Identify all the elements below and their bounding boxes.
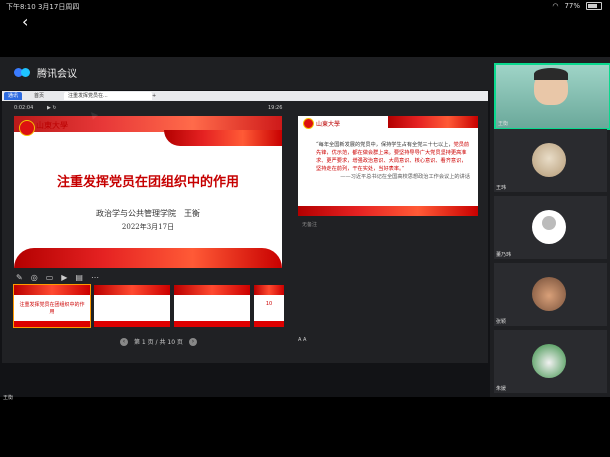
status-date: 3月17日周四: [37, 3, 80, 11]
next-slide: 山東大學 “每年全国新发展的党员中，保持学生占有全党三十七以上，党员前先锋，优示…: [298, 116, 478, 216]
battery-icon: [586, 2, 602, 10]
thumbnail-4[interactable]: 10: [254, 285, 284, 327]
slide-quote: “每年全国新发展的党员中，保持学生占有全党三十七以上，党员前先锋，优示范，都在做…: [316, 142, 470, 180]
slide-pager: ‹ 第 1 页 / 共 10 页 ›: [120, 337, 197, 346]
app-name: 腾讯会议: [37, 69, 77, 80]
sharer-name: 王衡: [3, 395, 14, 401]
app-header: 腾讯会议: [14, 65, 77, 80]
participant-tile[interactable]: 王玮: [494, 129, 607, 192]
browser-tab-2[interactable]: 首页: [30, 92, 48, 100]
slide-date: 2022年3月17日: [121, 223, 175, 231]
party-emblem-icon: [303, 118, 314, 129]
pen-icon[interactable]: ✎: [16, 273, 23, 282]
avatar: [532, 344, 566, 378]
participant-tile-self[interactable]: 王衡: [494, 63, 610, 130]
default-avatar-icon: [542, 216, 556, 230]
university-logo-icon: 山東大學: [36, 121, 68, 130]
notes-label: 无备注: [302, 222, 318, 228]
browser-tab-bar: 通讯 首页 注重发挥党员在... +: [2, 91, 488, 101]
participant-tile[interactable]: 朱媛: [494, 330, 607, 393]
presenter-view: 0:02:04 ▶ ↻ 19:26 山東大學 注重发挥党员在团组织中的作用 政治…: [2, 101, 488, 363]
status-time: 下午8:10: [6, 3, 36, 11]
prev-slide-button[interactable]: ‹: [120, 337, 128, 346]
party-emblem-icon: [19, 120, 35, 136]
slide-author: 政治学与公共管理学院 王衡: [96, 209, 200, 218]
more-icon[interactable]: ⋯: [91, 273, 99, 282]
pen-toolbar: ✎ ◎ ▭ ▶ ▤ ⋯: [16, 273, 99, 282]
clock: 19:26: [268, 105, 283, 111]
timer-controls-icon[interactable]: ▶ ↻: [47, 105, 57, 111]
notes-font-size-icon[interactable]: A A: [298, 337, 306, 343]
participant-tile[interactable]: 张颖: [494, 263, 607, 326]
participant-name: 朱媛: [496, 386, 507, 392]
slide-title: 注重发挥党员在团组织中的作用: [56, 175, 239, 190]
screen-icon[interactable]: ▭: [46, 273, 54, 282]
tencent-meeting-logo-icon: [14, 67, 32, 78]
browser-tab-3[interactable]: 注重发挥党员在...: [64, 92, 152, 100]
participant-tile[interactable]: 董乃玮: [494, 196, 607, 259]
wifi-icon: ◠: [552, 2, 559, 10]
participant-name: 张颖: [496, 319, 507, 325]
participant-name: 王衡: [498, 121, 509, 127]
laser-icon[interactable]: ◎: [31, 273, 38, 282]
screen-share-area: 通讯 首页 注重发挥党员在... + 0:02:04 ▶ ↻ 19:26 山東大…: [0, 90, 490, 401]
participant-name: 王玮: [496, 185, 507, 191]
browser-tab-1[interactable]: 通讯: [4, 92, 23, 100]
page-indicator: 第 1 页 / 共 10 页: [134, 339, 183, 346]
current-slide: 山東大學 注重发挥党员在团组织中的作用 政治学与公共管理学院 王衡 2022年3…: [14, 116, 282, 268]
status-bar: 下午8:10 3月17日周四 ◠ 77%: [0, 0, 610, 12]
participant-name: 董乃玮: [496, 252, 512, 258]
video-icon[interactable]: ▶: [61, 273, 67, 282]
battery-percent: 77%: [564, 2, 580, 10]
university-logo-icon: 山東大學: [316, 121, 341, 128]
thumbnail-3[interactable]: [174, 285, 250, 327]
next-slide-button[interactable]: ›: [188, 337, 197, 346]
subtitle-icon[interactable]: ▤: [75, 273, 83, 282]
avatar: [532, 143, 566, 177]
thumbnail-2[interactable]: [94, 285, 170, 327]
thumbnail-1[interactable]: 注重发挥党员在团组织中的作用: [13, 284, 91, 328]
hair-shape: [534, 68, 568, 80]
elapsed-timer: 0:02:04: [14, 105, 34, 111]
avatar: [532, 277, 566, 311]
back-button[interactable]: ‹: [22, 12, 28, 31]
new-tab-button[interactable]: +: [148, 92, 160, 100]
